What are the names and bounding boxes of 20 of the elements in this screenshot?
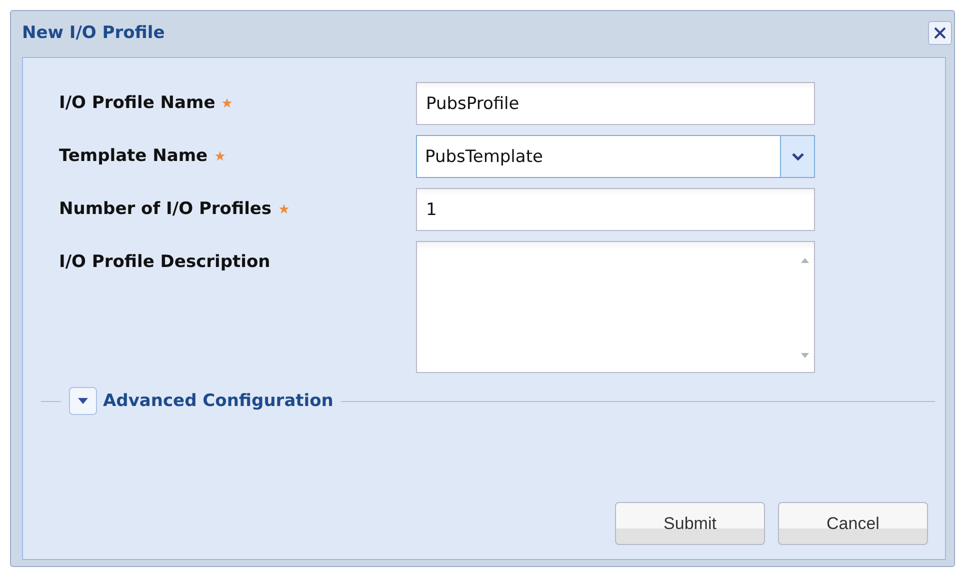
caret-down-icon [77, 397, 89, 405]
submit-button[interactable]: Submit [615, 502, 765, 545]
field-label: Number of I/O Profiles [59, 199, 272, 219]
window-title: New I/O Profile [22, 23, 165, 43]
field-label: Template Name [59, 146, 208, 166]
cancel-button[interactable]: Cancel [778, 502, 928, 545]
section-title[interactable]: Advanced Configuration [103, 391, 334, 411]
text-field[interactable]: 1 [416, 188, 815, 231]
close-icon [932, 25, 948, 41]
expand-toggle[interactable] [69, 387, 97, 415]
description-textarea[interactable] [416, 241, 815, 373]
dropdown-trigger[interactable] [780, 136, 814, 177]
close-button[interactable] [928, 21, 952, 45]
chevron-down-icon [790, 152, 804, 162]
field-label: I/O Profile Description [59, 252, 270, 272]
scroll-up-icon[interactable] [800, 256, 810, 264]
text-field[interactable]: PubsProfile [416, 82, 815, 125]
field-label: I/O Profile Name [59, 93, 216, 113]
scroll-down-icon[interactable] [800, 352, 810, 360]
template-dropdown[interactable]: PubsTemplate [416, 135, 815, 178]
